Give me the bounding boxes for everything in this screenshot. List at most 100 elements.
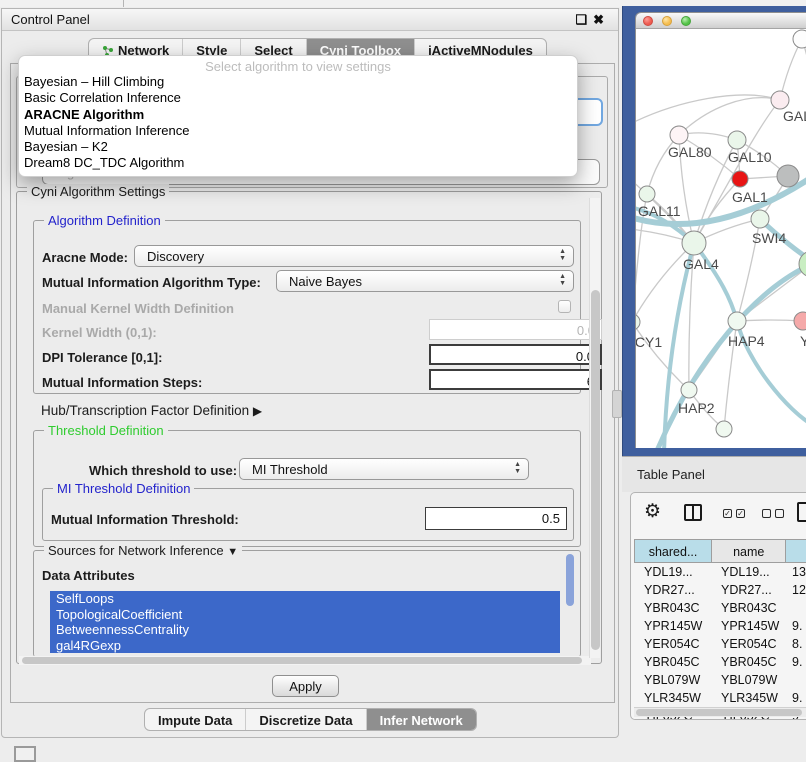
which-threshold-value: MI Threshold bbox=[252, 462, 328, 477]
algorithm-option[interactable]: Bayesian – K2 bbox=[19, 139, 577, 155]
sources-group-title[interactable]: Sources for Network Inference ▼ bbox=[44, 543, 242, 558]
panel-splitter-handle[interactable] bbox=[612, 390, 622, 418]
table-row[interactable]: YBR045CYBR045C9. bbox=[634, 653, 806, 671]
mi-steps-field[interactable]: 6 bbox=[429, 369, 602, 390]
table-row[interactable]: YBR043CYBR043C bbox=[634, 599, 806, 617]
table-row[interactable]: YBL079WYBL079W bbox=[634, 671, 806, 689]
node-label: GAL1 bbox=[732, 189, 768, 205]
mac-close-button[interactable] bbox=[643, 16, 653, 26]
dpi-tolerance-field[interactable]: 0.0 bbox=[429, 344, 602, 365]
table-row[interactable]: YER054CYER054C8. bbox=[634, 635, 806, 653]
node-label: HAP4 bbox=[728, 333, 765, 349]
aracne-mode-label: Aracne Mode: bbox=[42, 250, 128, 265]
table-panel-title: Table Panel bbox=[637, 467, 705, 482]
column-header-shared-name[interactable]: shared... bbox=[635, 540, 711, 562]
table-hscrollbar-thumb[interactable] bbox=[636, 709, 802, 716]
tab-impute-data[interactable]: Impute Data bbox=[145, 709, 245, 730]
table-cell: YBR043C bbox=[634, 599, 711, 617]
sources-title-label: Sources for Network Inference bbox=[48, 543, 224, 558]
float-window-icon[interactable]: ❑ bbox=[575, 12, 593, 27]
mac-zoom-button[interactable] bbox=[681, 16, 691, 26]
algorithm-option[interactable]: Dream8 DC_TDC Algorithm bbox=[19, 155, 577, 171]
attribute-list-scrollbar[interactable] bbox=[566, 554, 574, 606]
network-node[interactable] bbox=[682, 231, 706, 255]
network-canvas[interactable]: GALGAL80GAL10GAL1GAL11SWI4GAL4GCY1HAP4YH… bbox=[636, 29, 806, 448]
settings-hscrollbar-thumb[interactable] bbox=[22, 657, 582, 664]
table-panel-header: Table Panel bbox=[622, 456, 806, 492]
checked-checkbox-icon[interactable]: ✓ bbox=[736, 509, 745, 518]
mac-minimize-button[interactable] bbox=[662, 16, 672, 26]
table-row[interactable]: YDR27...YDR27...12 bbox=[634, 581, 806, 599]
screenshot-root: Control Panel ❑✖ Network Style Select Cy… bbox=[0, 0, 806, 762]
unchecked-checkbox-icon[interactable] bbox=[762, 509, 771, 518]
table-cell: YDL19... bbox=[711, 563, 786, 581]
document-icon[interactable] bbox=[797, 502, 806, 522]
table-row[interactable]: YDL19...YDL19...13 bbox=[634, 563, 806, 581]
attribute-list-item[interactable]: gal4RGexp bbox=[50, 638, 560, 654]
close-window-icon[interactable]: ✖ bbox=[593, 12, 610, 27]
data-attributes-list[interactable]: SelfLoopsTopologicalCoefficientBetweenne… bbox=[50, 591, 560, 653]
network-node[interactable] bbox=[771, 91, 789, 109]
checked-checkbox-icon[interactable]: ✓ bbox=[723, 509, 732, 518]
node-label: Y bbox=[800, 333, 806, 349]
network-node[interactable] bbox=[636, 314, 640, 330]
aracne-mode-combobox[interactable]: Discovery ▲▼ bbox=[134, 245, 574, 267]
table-row[interactable]: YLR345WYLR345W9. bbox=[634, 689, 806, 707]
hub-definition-label: Hub/Transcription Factor Definition bbox=[41, 403, 249, 418]
node-label: GAL80 bbox=[668, 144, 712, 160]
algorithm-option[interactable]: Basic Correlation Inference bbox=[19, 90, 577, 106]
hub-definition-toggle[interactable]: Hub/Transcription Factor Definition ▶ bbox=[41, 403, 262, 418]
table-cell: YBR045C bbox=[711, 653, 786, 671]
which-threshold-combobox[interactable]: MI Threshold ▲▼ bbox=[239, 458, 529, 480]
network-node[interactable] bbox=[751, 210, 769, 228]
sources-group: Sources for Network Inference ▼ Data Att… bbox=[33, 550, 581, 657]
settings-hscrollbar-track[interactable] bbox=[19, 656, 591, 665]
node-label: GCY1 bbox=[636, 334, 662, 350]
columns-icon[interactable] bbox=[684, 504, 702, 521]
network-node[interactable] bbox=[716, 421, 732, 437]
network-node[interactable] bbox=[732, 171, 748, 187]
column-header-name[interactable]: name bbox=[711, 540, 785, 562]
network-node[interactable] bbox=[777, 165, 799, 187]
tab-infer-network[interactable]: Infer Network bbox=[366, 709, 476, 730]
minimized-panel-icon[interactable] bbox=[14, 746, 36, 762]
algorithm-option[interactable]: Mutual Information Inference bbox=[19, 123, 577, 139]
table-cell bbox=[786, 599, 806, 617]
table-cell: YPR145W bbox=[711, 617, 786, 635]
table-cell: YPR145W bbox=[634, 617, 711, 635]
algorithm-option[interactable]: ARACNE Algorithm bbox=[19, 107, 577, 123]
cyni-algorithm-settings-group: Cyni Algorithm Settings Algorithm Defini… bbox=[16, 191, 602, 664]
settings-vscrollbar-thumb[interactable] bbox=[591, 290, 600, 650]
algorithm-option[interactable]: Bayesian – Hill Climbing bbox=[19, 74, 577, 90]
network-node[interactable] bbox=[681, 382, 697, 398]
network-node[interactable] bbox=[639, 186, 655, 202]
network-node[interactable] bbox=[794, 312, 806, 330]
attribute-list-item[interactable]: TopologicalCoefficient bbox=[50, 607, 560, 623]
gear-icon[interactable]: ⚙ bbox=[644, 500, 661, 523]
table-row[interactable]: YPR145WYPR145W9. bbox=[634, 617, 806, 635]
algorithm-popup-list: Bayesian – Hill ClimbingBasic Correlatio… bbox=[19, 74, 577, 172]
attribute-list-item[interactable]: BetweennessCentrality bbox=[50, 622, 560, 638]
network-node[interactable] bbox=[728, 312, 746, 330]
table-cell: YBR045C bbox=[634, 653, 711, 671]
attribute-list-item[interactable]: SelfLoops bbox=[50, 591, 560, 607]
table-cell: YBL079W bbox=[634, 671, 711, 689]
table-cell: 8. bbox=[786, 635, 806, 653]
tab-discretize-data[interactable]: Discretize Data bbox=[245, 709, 365, 730]
network-node[interactable] bbox=[728, 131, 746, 149]
table-hscrollbar-track[interactable] bbox=[634, 707, 806, 717]
column-header-clipped[interactable] bbox=[785, 540, 806, 562]
kernel-width-field[interactable]: 0.0 bbox=[429, 319, 602, 340]
table-toolbar: ⚙ ✓ ✓ bbox=[631, 493, 806, 535]
cyni-algorithm-settings-title: Cyni Algorithm Settings bbox=[27, 184, 169, 199]
network-node[interactable] bbox=[670, 126, 688, 144]
apply-button[interactable]: Apply bbox=[272, 675, 339, 697]
mi-threshold-field[interactable]: 0.5 bbox=[425, 507, 567, 530]
node-label: GAL10 bbox=[728, 149, 772, 165]
mi-type-combobox[interactable]: Naive Bayes ▲▼ bbox=[276, 270, 574, 292]
settings-vscrollbar-track[interactable] bbox=[589, 198, 600, 658]
network-node[interactable] bbox=[793, 30, 806, 48]
network-view-window: GALGAL80GAL10GAL1GAL11SWI4GAL4GCY1HAP4YH… bbox=[635, 12, 806, 448]
manual-kernel-checkbox[interactable] bbox=[558, 300, 571, 313]
unchecked-checkbox-icon[interactable] bbox=[775, 509, 784, 518]
